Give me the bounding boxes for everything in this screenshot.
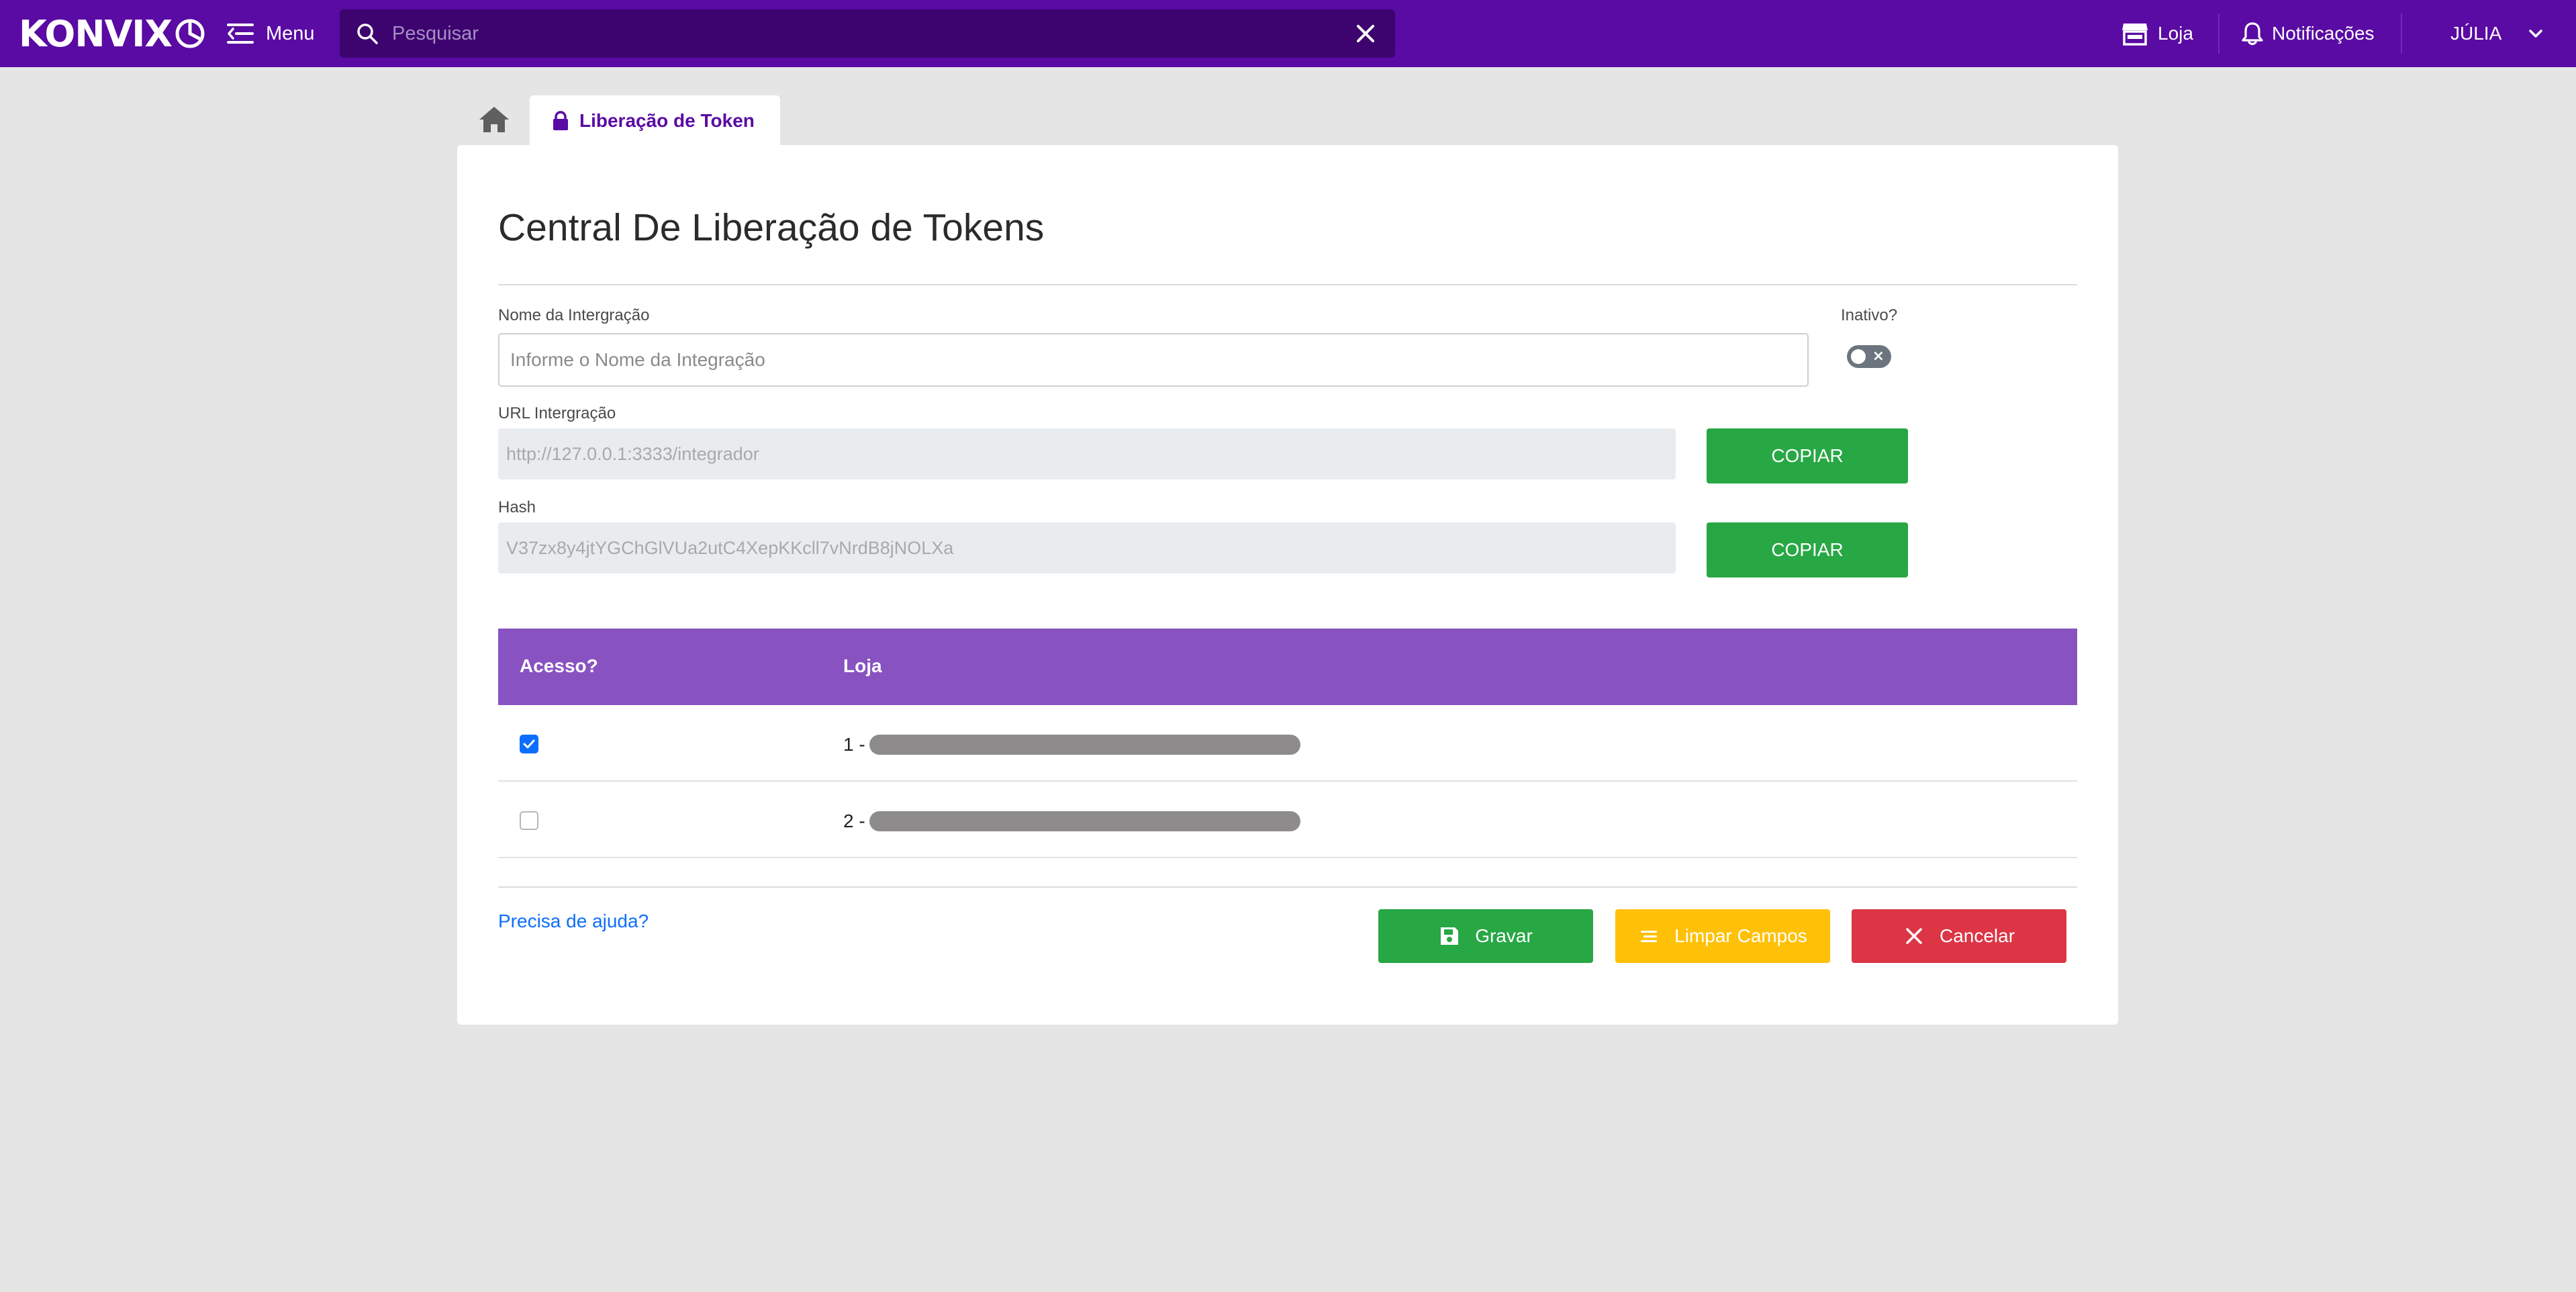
search-input[interactable]	[392, 16, 1319, 51]
tab-token-release[interactable]: Liberação de Token	[530, 95, 780, 146]
menu-label: Menu	[266, 22, 315, 44]
store-link[interactable]: Loja	[2121, 0, 2193, 67]
hash-field[interactable]	[498, 522, 1676, 573]
store-access-table: Acesso? Loja 1 - 2 -	[498, 629, 2077, 858]
cancel-button[interactable]: Cancelar	[1852, 909, 2066, 963]
search-bar	[340, 9, 1395, 58]
notifications-link[interactable]: Notificações	[2241, 0, 2375, 67]
table-row: 1 -	[498, 705, 2077, 782]
menu-button[interactable]: Menu	[227, 17, 315, 50]
clear-fields-label: Limpar Campos	[1674, 925, 1807, 946]
chevron-down-icon	[2529, 30, 2542, 38]
store-number: 2 -	[843, 811, 865, 831]
access-checkbox[interactable]	[520, 811, 538, 830]
footer-divider	[498, 886, 2077, 888]
store-label: Loja	[2158, 23, 2193, 44]
column-header-store: Loja	[843, 655, 882, 676]
navbar-divider	[2401, 13, 2402, 54]
inactive-label: Inativo?	[1841, 306, 1898, 324]
save-button[interactable]: Gravar	[1378, 909, 1593, 963]
menu-icon	[227, 24, 254, 44]
logo-mark-icon	[175, 19, 205, 48]
store-number: 1 -	[843, 734, 865, 755]
konvix-logo[interactable]: KONVIX	[19, 12, 205, 55]
copy-url-button[interactable]: COPIAR	[1707, 428, 1908, 483]
integration-name-input[interactable]	[498, 333, 1809, 387]
top-navbar: KONVIX Menu Loja	[0, 0, 2576, 67]
hash-label: Hash	[498, 498, 536, 516]
table-header: Acesso? Loja	[498, 629, 2077, 705]
user-name: JÚLIA	[2450, 23, 2502, 44]
save-label: Gravar	[1475, 925, 1533, 946]
store-icon	[2122, 24, 2148, 46]
integration-url-label: URL Intergração	[498, 404, 616, 422]
redacted-store-name	[869, 735, 1300, 755]
inactive-toggle[interactable]: ×	[1847, 345, 1891, 368]
bell-icon	[2242, 22, 2263, 46]
save-icon	[1441, 927, 1459, 945]
notifications-label: Notificações	[2272, 23, 2375, 44]
help-link[interactable]: Precisa de ajuda?	[498, 911, 649, 932]
clear-fields-button[interactable]: Limpar Campos	[1615, 909, 1830, 963]
home-icon[interactable]	[478, 103, 510, 136]
main-card: Central De Liberação de Tokens Nome da I…	[457, 145, 2118, 1025]
search-icon	[357, 24, 378, 44]
toggle-off-icon: ×	[1872, 348, 1885, 365]
copy-hash-button[interactable]: COPIAR	[1707, 522, 1908, 578]
integration-name-label: Nome da Intergração	[498, 306, 650, 324]
close-icon[interactable]	[1355, 23, 1376, 44]
integration-url-field[interactable]	[498, 428, 1676, 479]
x-icon	[1906, 928, 1922, 944]
title-divider	[498, 284, 2077, 285]
lock-icon	[553, 111, 568, 130]
cancel-label: Cancelar	[1939, 925, 2015, 946]
check-icon	[523, 739, 535, 749]
toggle-knob	[1851, 349, 1866, 364]
column-header-access: Acesso?	[520, 655, 598, 676]
clear-lines-icon	[1641, 931, 1658, 942]
navbar-divider	[2218, 13, 2220, 54]
access-checkbox[interactable]	[520, 735, 538, 753]
user-menu[interactable]: JÚLIA	[2450, 0, 2543, 67]
tab-label: Liberação de Token	[579, 110, 755, 131]
logo-text: KONVIX	[19, 12, 173, 55]
table-row: 2 -	[498, 782, 2077, 858]
redacted-store-name	[869, 811, 1300, 831]
page-title: Central De Liberação de Tokens	[498, 206, 1045, 249]
